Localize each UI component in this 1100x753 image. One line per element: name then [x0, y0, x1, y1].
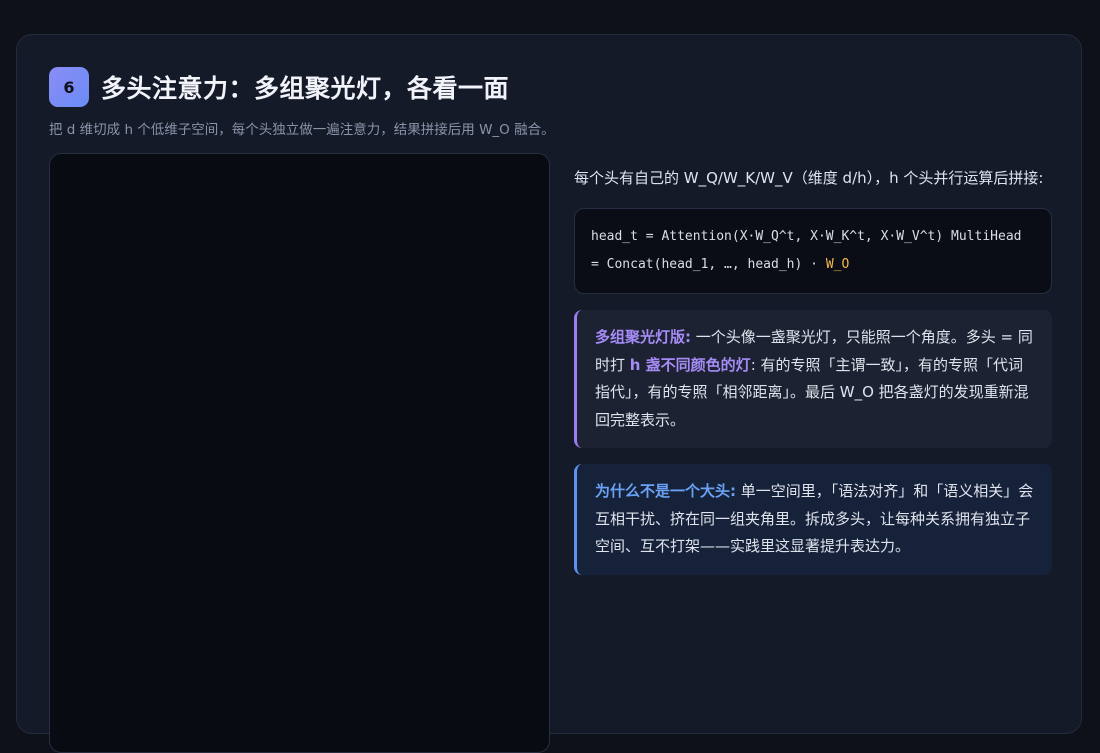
section-title: 多头注意力：多组聚光灯，各看一面: [101, 74, 510, 103]
formula-highlight: W_O: [825, 257, 850, 272]
analogy-callout: 多组聚光灯版: 一个头像一盏聚光灯，只能照一个角度。多头 = 同时打 h 盏不同…: [574, 310, 1052, 448]
formula-text: head_t = Attention(X·W_Q^t, X·W_K^t, X·W…: [591, 229, 1022, 272]
section-card: 6 多头注意力：多组聚光灯，各看一面 把 d 维切成 h 个低维子空间，每个头独…: [16, 34, 1082, 753]
section-subtitle: 把 d 维切成 h 个低维子空间，每个头独立做一遍注意力，结果拼接后用 W_O …: [49, 122, 555, 138]
intro-text: 每个头有自己的 W_Q/W_K/W_V（维度 d/h），h 个头并行运算后拼接:: [574, 169, 1044, 187]
section-header: 6 多头注意力：多组聚光灯，各看一面: [49, 67, 509, 107]
visualization-canvas[interactable]: [49, 153, 550, 753]
explanation-panel: 每个头有自己的 W_Q/W_K/W_V（维度 d/h），h 个头并行运算后拼接:…: [574, 165, 1052, 575]
section-number-badge: 6: [49, 67, 89, 107]
why-label: 为什么不是一个大头:: [595, 482, 736, 500]
why-callout: 为什么不是一个大头: 单一空间里，「语法对齐」和「语义相关」会互相干扰、挤在同一…: [574, 464, 1052, 575]
analogy-label: 多组聚光灯版:: [595, 328, 691, 346]
formula-code-block: head_t = Attention(X·W_Q^t, X·W_K^t, X·W…: [574, 208, 1052, 294]
analogy-emphasis: h 盏不同颜色的灯: [629, 355, 751, 374]
